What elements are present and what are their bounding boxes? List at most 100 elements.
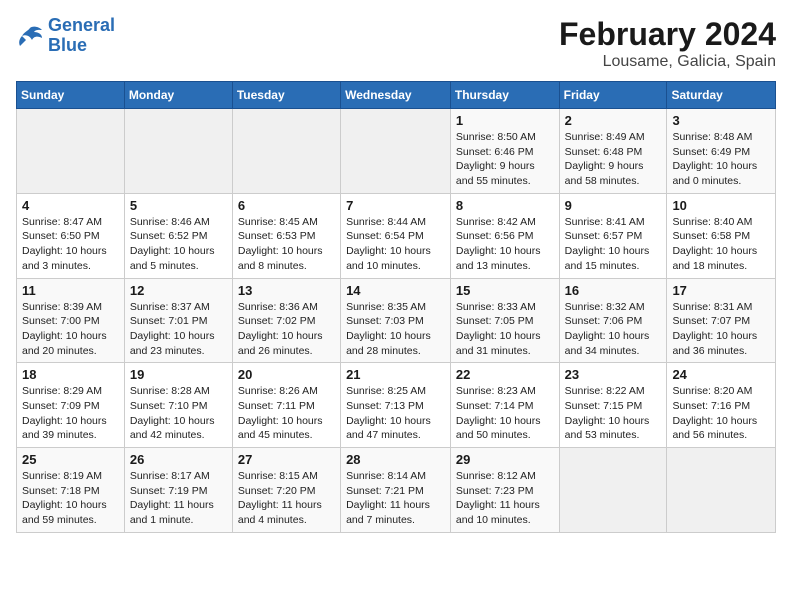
day-number: 13 xyxy=(238,283,335,298)
day-info: Sunrise: 8:29 AM Sunset: 7:09 PM Dayligh… xyxy=(22,384,119,443)
day-info: Sunrise: 8:42 AM Sunset: 6:56 PM Dayligh… xyxy=(456,215,554,274)
day-number: 5 xyxy=(130,198,227,213)
day-info: Sunrise: 8:36 AM Sunset: 7:02 PM Dayligh… xyxy=(238,300,335,359)
day-number: 27 xyxy=(238,452,335,467)
day-info: Sunrise: 8:23 AM Sunset: 7:14 PM Dayligh… xyxy=(456,384,554,443)
calendar-table: SundayMondayTuesdayWednesdayThursdayFrid… xyxy=(16,81,776,533)
day-info: Sunrise: 8:22 AM Sunset: 7:15 PM Dayligh… xyxy=(565,384,662,443)
calendar-cell: 12 Sunrise: 8:37 AM Sunset: 7:01 PM Dayli… xyxy=(124,278,232,363)
day-info: Sunrise: 8:31 AM Sunset: 7:07 PM Dayligh… xyxy=(672,300,770,359)
day-info: Sunrise: 8:37 AM Sunset: 7:01 PM Dayligh… xyxy=(130,300,227,359)
calendar-week-3: 11Sunrise: 8:39 AM Sunset: 7:00 PM Dayli… xyxy=(17,278,776,363)
day-number: 17 xyxy=(672,283,770,298)
logo-general: General xyxy=(48,15,115,35)
calendar-cell: 3Sunrise: 8:48 AM Sunset: 6:49 PM Daylig… xyxy=(667,109,776,194)
calendar-cell: 7Sunrise: 8:44 AM Sunset: 6:54 PM Daylig… xyxy=(341,193,451,278)
day-number: 21 xyxy=(346,367,445,382)
day-info: Sunrise: 8:50 AM Sunset: 6:46 PM Dayligh… xyxy=(456,130,554,189)
day-info: Sunrise: 8:45 AM Sunset: 6:53 PM Dayligh… xyxy=(238,215,335,274)
calendar-cell xyxy=(341,109,451,194)
day-info: Sunrise: 8:32 AM Sunset: 7:06 PM Dayligh… xyxy=(565,300,662,359)
day-number: 14 xyxy=(346,283,445,298)
calendar-week-1: 1 Sunrise: 8:50 AM Sunset: 6:46 PM Daylig… xyxy=(17,109,776,194)
calendar-cell: 15 Sunrise: 8:33 AM Sunset: 7:05 PM Dayli… xyxy=(450,278,559,363)
day-number: 9 xyxy=(565,198,662,213)
calendar-cell: 24Sunrise: 8:20 AM Sunset: 7:16 PM Dayli… xyxy=(667,363,776,448)
day-number: 15 xyxy=(456,283,554,298)
title-area: February 2024 Lousame, Galicia, Spain xyxy=(559,16,776,71)
calendar-cell: 16 Sunrise: 8:32 AM Sunset: 7:06 PM Dayli… xyxy=(559,278,667,363)
weekday-header-sunday: Sunday xyxy=(17,82,125,109)
weekday-header-monday: Monday xyxy=(124,82,232,109)
calendar-cell xyxy=(667,448,776,533)
logo: General Blue xyxy=(16,16,115,56)
day-number: 26 xyxy=(130,452,227,467)
day-number: 18 xyxy=(22,367,119,382)
location-title: Lousame, Galicia, Spain xyxy=(559,53,776,71)
month-title: February 2024 xyxy=(559,16,776,53)
calendar-cell xyxy=(17,109,125,194)
day-number: 20 xyxy=(238,367,335,382)
day-number: 25 xyxy=(22,452,119,467)
logo-blue: Blue xyxy=(48,35,87,55)
day-number: 4 xyxy=(22,198,119,213)
calendar-cell: 2Sunrise: 8:49 AM Sunset: 6:48 PM Daylig… xyxy=(559,109,667,194)
logo-bird-icon xyxy=(16,24,44,48)
weekday-header-wednesday: Wednesday xyxy=(341,82,451,109)
day-number: 29 xyxy=(456,452,554,467)
day-number: 16 xyxy=(565,283,662,298)
calendar-cell: 18 Sunrise: 8:29 AM Sunset: 7:09 PM Dayli… xyxy=(17,363,125,448)
day-info: Sunrise: 8:49 AM Sunset: 6:48 PM Dayligh… xyxy=(565,130,662,189)
weekday-header-saturday: Saturday xyxy=(667,82,776,109)
weekday-header-row: SundayMondayTuesdayWednesdayThursdayFrid… xyxy=(17,82,776,109)
day-number: 11 xyxy=(22,283,119,298)
calendar-week-4: 18 Sunrise: 8:29 AM Sunset: 7:09 PM Dayli… xyxy=(17,363,776,448)
day-info: Sunrise: 8:48 AM Sunset: 6:49 PM Dayligh… xyxy=(672,130,770,189)
calendar-cell: 4 Sunrise: 8:47 AM Sunset: 6:50 PM Daylig… xyxy=(17,193,125,278)
calendar-cell: 5Sunrise: 8:46 AM Sunset: 6:52 PM Daylig… xyxy=(124,193,232,278)
day-number: 6 xyxy=(238,198,335,213)
calendar-cell: 13 Sunrise: 8:36 AM Sunset: 7:02 PM Dayli… xyxy=(232,278,340,363)
calendar-cell: 23 Sunrise: 8:22 AM Sunset: 7:15 PM Dayli… xyxy=(559,363,667,448)
calendar-cell: 6 Sunrise: 8:45 AM Sunset: 6:53 PM Daylig… xyxy=(232,193,340,278)
day-number: 19 xyxy=(130,367,227,382)
calendar-cell: 1 Sunrise: 8:50 AM Sunset: 6:46 PM Daylig… xyxy=(450,109,559,194)
day-info: Sunrise: 8:25 AM Sunset: 7:13 PM Dayligh… xyxy=(346,384,445,443)
day-info: Sunrise: 8:20 AM Sunset: 7:16 PM Dayligh… xyxy=(672,384,770,443)
calendar-cell: 9 Sunrise: 8:41 AM Sunset: 6:57 PM Daylig… xyxy=(559,193,667,278)
calendar-cell: 8 Sunrise: 8:42 AM Sunset: 6:56 PM Daylig… xyxy=(450,193,559,278)
weekday-header-tuesday: Tuesday xyxy=(232,82,340,109)
day-number: 12 xyxy=(130,283,227,298)
day-info: Sunrise: 8:47 AM Sunset: 6:50 PM Dayligh… xyxy=(22,215,119,274)
day-info: Sunrise: 8:41 AM Sunset: 6:57 PM Dayligh… xyxy=(565,215,662,274)
day-number: 8 xyxy=(456,198,554,213)
day-number: 7 xyxy=(346,198,445,213)
day-number: 1 xyxy=(456,113,554,128)
logo-text: General Blue xyxy=(48,16,115,56)
calendar-week-2: 4 Sunrise: 8:47 AM Sunset: 6:50 PM Daylig… xyxy=(17,193,776,278)
calendar-header: SundayMondayTuesdayWednesdayThursdayFrid… xyxy=(17,82,776,109)
calendar-cell xyxy=(124,109,232,194)
calendar-cell: 21 Sunrise: 8:25 AM Sunset: 7:13 PM Dayli… xyxy=(341,363,451,448)
calendar-cell xyxy=(559,448,667,533)
header: General Blue February 2024 Lousame, Gali… xyxy=(16,16,776,71)
day-info: Sunrise: 8:33 AM Sunset: 7:05 PM Dayligh… xyxy=(456,300,554,359)
day-info: Sunrise: 8:26 AM Sunset: 7:11 PM Dayligh… xyxy=(238,384,335,443)
day-info: Sunrise: 8:40 AM Sunset: 6:58 PM Dayligh… xyxy=(672,215,770,274)
calendar-cell: 14Sunrise: 8:35 AM Sunset: 7:03 PM Dayli… xyxy=(341,278,451,363)
calendar-cell: 27 Sunrise: 8:15 AM Sunset: 7:20 PM Dayli… xyxy=(232,448,340,533)
calendar-cell: 17 Sunrise: 8:31 AM Sunset: 7:07 PM Dayli… xyxy=(667,278,776,363)
calendar-cell xyxy=(232,109,340,194)
day-info: Sunrise: 8:17 AM Sunset: 7:19 PM Dayligh… xyxy=(130,469,227,528)
calendar-cell: 19 Sunrise: 8:28 AM Sunset: 7:10 PM Dayli… xyxy=(124,363,232,448)
calendar-cell: 28Sunrise: 8:14 AM Sunset: 7:21 PM Dayli… xyxy=(341,448,451,533)
calendar-cell: 22Sunrise: 8:23 AM Sunset: 7:14 PM Dayli… xyxy=(450,363,559,448)
day-info: Sunrise: 8:28 AM Sunset: 7:10 PM Dayligh… xyxy=(130,384,227,443)
calendar-cell: 26 Sunrise: 8:17 AM Sunset: 7:19 PM Dayli… xyxy=(124,448,232,533)
calendar-cell: 11Sunrise: 8:39 AM Sunset: 7:00 PM Dayli… xyxy=(17,278,125,363)
calendar-cell: 29Sunrise: 8:12 AM Sunset: 7:23 PM Dayli… xyxy=(450,448,559,533)
day-number: 10 xyxy=(672,198,770,213)
day-number: 23 xyxy=(565,367,662,382)
calendar-cell: 10 Sunrise: 8:40 AM Sunset: 6:58 PM Dayli… xyxy=(667,193,776,278)
day-info: Sunrise: 8:15 AM Sunset: 7:20 PM Dayligh… xyxy=(238,469,335,528)
